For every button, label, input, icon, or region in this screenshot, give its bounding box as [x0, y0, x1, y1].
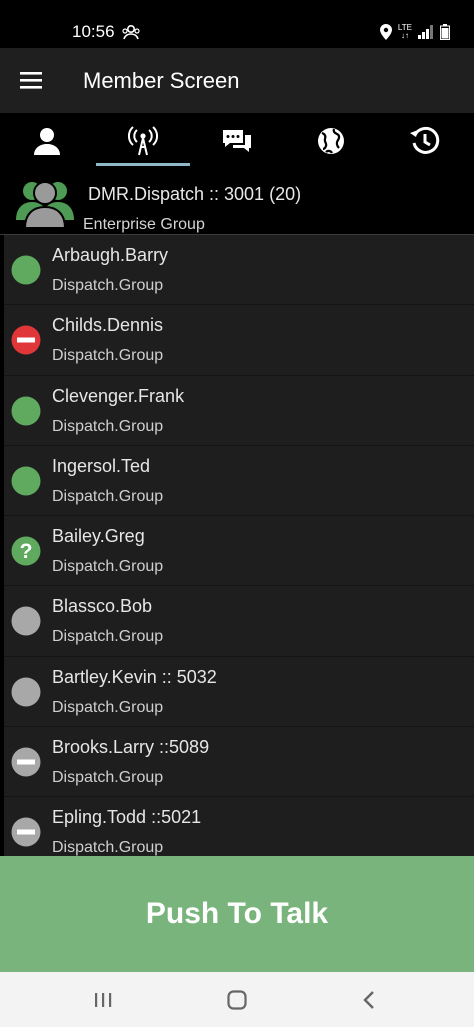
- svg-text:?: ?: [20, 540, 33, 563]
- status-time: 10:56: [72, 22, 115, 41]
- selected-tab-indicator: [96, 163, 190, 166]
- contacts-icon: [122, 24, 140, 40]
- member-group: Dispatch.Group: [52, 698, 164, 716]
- member-group: Dispatch.Group: [52, 347, 164, 365]
- signal-icon: [418, 25, 433, 39]
- member-row[interactable]: Bartley.Kevin :: 5032 Dispatch.Group: [4, 656, 474, 728]
- antenna-icon: [127, 125, 159, 155]
- group-subtitle: Enterprise Group: [83, 216, 205, 233]
- online-status-icon: [11, 466, 41, 496]
- member-name: Childs.Dennis: [52, 315, 164, 336]
- member-row[interactable]: Ingersol.Ted Dispatch.Group: [4, 445, 474, 517]
- busy-status-icon: [11, 325, 41, 355]
- member-name: Blassco.Bob: [52, 596, 153, 617]
- offline-busy-status-icon: [11, 817, 41, 847]
- member-list[interactable]: Arbaugh.Barry Dispatch.Group Childs.Denn…: [4, 235, 474, 856]
- group-avatar-icon: [16, 181, 74, 228]
- member-name: Epling.Todd ::5021: [52, 807, 202, 828]
- member-row[interactable]: Blassco.Bob Dispatch.Group: [4, 586, 474, 657]
- status-icons: LTE ↓↑: [379, 22, 450, 42]
- tab-user[interactable]: [0, 113, 94, 168]
- network-type: LTE ↓↑: [397, 23, 412, 40]
- tab-bar: [0, 113, 474, 168]
- offline-status-icon: [11, 677, 41, 707]
- menu-icon[interactable]: [18, 68, 46, 92]
- tab-history[interactable]: [378, 113, 472, 168]
- status-bar: 10:56 LTE ↓↑: [0, 0, 474, 48]
- member-group: Dispatch.Group: [52, 417, 164, 435]
- chat-icon: [223, 129, 251, 152]
- member-row[interactable]: ? Bailey.Greg Dispatch.Group: [4, 516, 474, 587]
- member-group: Dispatch.Group: [52, 277, 164, 294]
- group-title: DMR.Dispatch :: 3001 (20): [88, 184, 302, 204]
- member-name: Clevenger.Frank: [52, 385, 185, 406]
- page-title: Member Screen: [83, 68, 240, 93]
- member-group: Dispatch.Group: [52, 628, 164, 646]
- toolbar: Member Screen: [0, 48, 474, 113]
- member-name: Brooks.Larry ::5089: [52, 737, 210, 758]
- member-row[interactable]: Arbaugh.Barry Dispatch.Group: [4, 235, 474, 306]
- member-name: Arbaugh.Barry: [52, 245, 169, 265]
- location-icon: [379, 24, 392, 40]
- member-row[interactable]: Epling.Todd ::5021 Dispatch.Group: [4, 797, 474, 856]
- member-row[interactable]: Clevenger.Frank Dispatch.Group: [4, 375, 474, 446]
- back-icon[interactable]: [355, 986, 385, 1014]
- unknown-status-icon: ?: [11, 536, 41, 566]
- online-status-icon: [11, 396, 41, 426]
- recent-apps-icon[interactable]: [88, 986, 118, 1014]
- member-group: Dispatch.Group: [52, 487, 164, 505]
- battery-icon: [440, 24, 450, 40]
- member-row[interactable]: Brooks.Larry ::5089 Dispatch.Group: [4, 727, 474, 798]
- history-icon: [410, 126, 440, 154]
- member-group: Dispatch.Group: [52, 558, 164, 576]
- member-group: Dispatch.Group: [52, 839, 164, 856]
- globe-icon: [318, 127, 344, 154]
- home-icon[interactable]: [222, 986, 252, 1014]
- member-group: Dispatch.Group: [52, 769, 164, 787]
- online-status-icon: [11, 255, 41, 285]
- push-to-talk-button[interactable]: Push To Talk: [0, 856, 474, 972]
- offline-status-icon: [11, 606, 41, 636]
- person-icon: [34, 127, 60, 155]
- tab-radio[interactable]: [96, 113, 190, 168]
- group-header[interactable]: DMR.Dispatch :: 3001 (20) Enterprise Gro…: [0, 168, 474, 235]
- member-name: Bailey.Greg: [52, 526, 145, 547]
- tab-globe[interactable]: [284, 113, 378, 168]
- member-name: Ingersol.Ted: [52, 455, 151, 476]
- member-name: Bartley.Kevin :: 5032: [52, 666, 217, 687]
- member-row[interactable]: Childs.Dennis Dispatch.Group: [4, 305, 474, 376]
- system-nav-bar: [0, 972, 474, 1027]
- tab-messages[interactable]: [190, 113, 284, 168]
- offline-busy-status-icon: [11, 747, 41, 777]
